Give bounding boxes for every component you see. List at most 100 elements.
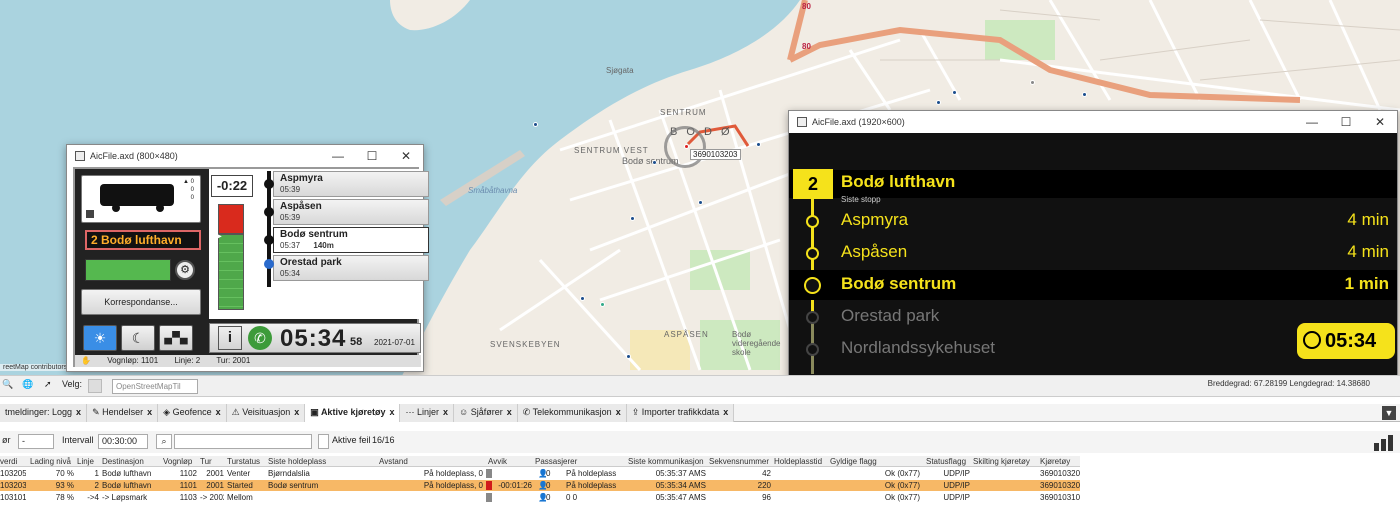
minimize-icon[interactable]: —: [321, 145, 355, 167]
window-titlebar[interactable]: AicFile.axd (800×480) — ☐ ✕: [67, 145, 423, 167]
search-input[interactable]: [174, 434, 312, 449]
minimize-icon[interactable]: —: [1295, 111, 1329, 133]
tab-hendelser[interactable]: ✎ Hendelser x: [87, 404, 159, 422]
vehicle-marker[interactable]: [936, 100, 941, 105]
vehicle-marker[interactable]: [684, 144, 689, 149]
tab-telekommunikasjon[interactable]: ✆ Telekommunikasjon x: [517, 404, 627, 422]
col-header[interactable]: Vognløp: [163, 456, 197, 467]
status-green-bar[interactable]: [85, 259, 171, 281]
interval-select[interactable]: 00:30:00: [98, 434, 148, 449]
cursor-icon[interactable]: ➚: [44, 379, 52, 390]
vehicle-marker[interactable]: [533, 122, 538, 127]
col-header[interactable]: Siste kommunikasjon: [628, 456, 706, 467]
table-row[interactable]: 103205 70 % 1 Bodø lufthavn 1102 2001 Venter Bj…: [0, 468, 1080, 479]
search-icon[interactable]: ⌕: [156, 434, 172, 449]
tab-importer[interactable]: ⇪ Importer trafikkdata x: [626, 404, 735, 422]
col-header[interactable]: Skilting kjøretøy: [973, 456, 1037, 467]
col-header[interactable]: Siste holdeplass: [268, 456, 376, 467]
events-icon: ✎: [92, 407, 103, 417]
vehicle-marker[interactable]: [952, 90, 957, 95]
cell-vognlop: 1101: [179, 481, 197, 490]
aktive-feil-checkbox[interactable]: [318, 434, 329, 449]
tab-linjer[interactable]: ⋯ Linjer x: [400, 404, 455, 422]
col-header[interactable]: Linje: [77, 456, 99, 467]
tab-veisituasjon[interactable]: ⚠ Veisituasjon x: [226, 404, 306, 422]
tab-sjaforer[interactable]: ☺ Sjåfører x: [454, 404, 518, 422]
close-icon[interactable]: x: [294, 407, 299, 417]
vehicle-marker[interactable]: [756, 142, 761, 147]
window-titlebar[interactable]: AicFile.axd (1920×600) — ☐ ✕: [789, 111, 1397, 133]
close-icon[interactable]: x: [443, 407, 448, 417]
close-icon[interactable]: x: [389, 407, 394, 417]
tab-aktive-kjoretoy[interactable]: ▣ Aktive kjøretøy x: [305, 404, 401, 422]
col-header[interactable]: Destinasjon: [102, 456, 160, 467]
col-header[interactable]: Holdeplasstid: [774, 456, 826, 467]
warning-icon: ⚠: [231, 407, 243, 417]
close-icon[interactable]: ✕: [1363, 111, 1397, 133]
tab-logg[interactable]: tmeldinger: Logg x: [0, 404, 88, 422]
stop-row[interactable]: Orestad park 05:34: [273, 255, 429, 281]
destination-button[interactable]: 2 Bodø lufthavn: [85, 230, 201, 250]
vehicle-marker[interactable]: [1030, 80, 1035, 85]
map-layer-select[interactable]: OpenStreetMapTil: [112, 379, 198, 394]
vehicle-panel[interactable]: ▲ 0 0 0: [81, 175, 201, 223]
vehicle-marker[interactable]: [580, 296, 585, 301]
bus-stop-icon[interactable]: ▄▀▄: [159, 325, 193, 351]
table-row[interactable]: 103101 78 % ->4-> Løpsmark 1103-> 2002Mello…: [0, 492, 1080, 503]
vehicle-marker[interactable]: [698, 200, 703, 205]
col-header[interactable]: Gyldige flagg: [830, 456, 920, 467]
chart-icon[interactable]: [1372, 433, 1398, 451]
close-icon[interactable]: x: [76, 407, 81, 417]
close-icon[interactable]: x: [616, 407, 621, 417]
col-header[interactable]: Lading nivå: [30, 456, 74, 467]
settings-icon[interactable]: ⚙: [175, 260, 195, 280]
col-header[interactable]: verdi: [0, 456, 26, 467]
day-mode-icon[interactable]: ☀: [83, 325, 117, 351]
close-icon[interactable]: x: [216, 407, 221, 417]
map-label-sentrum-vest: SENTRUM VEST: [574, 146, 649, 155]
close-icon[interactable]: ✕: [389, 145, 423, 167]
col-header[interactable]: Kjøretøy: [1040, 456, 1080, 467]
route-number: 2: [793, 169, 833, 199]
col-header[interactable]: Passasjerer: [535, 456, 625, 467]
maximize-icon[interactable]: ☐: [1329, 111, 1363, 133]
zoom-icon[interactable]: 🔍: [2, 379, 13, 390]
col-header[interactable]: Statusflagg: [926, 456, 970, 467]
globe-icon[interactable]: 🌐: [22, 379, 33, 390]
close-icon[interactable]: x: [507, 407, 512, 417]
vehicle-marker[interactable]: [626, 354, 631, 359]
maximize-icon[interactable]: ☐: [355, 145, 389, 167]
tab-geofence[interactable]: ◈ Geofence x: [158, 404, 227, 422]
vehicle-marker[interactable]: [630, 216, 635, 221]
col-header[interactable]: Turstatus: [227, 456, 265, 467]
vehicle-label[interactable]: 3690103203: [690, 149, 741, 160]
clock-date: 2021-07-01: [374, 338, 415, 347]
night-mode-icon[interactable]: ☾: [121, 325, 155, 351]
col-header[interactable]: Avstand: [379, 456, 483, 467]
vehicle-marker[interactable]: [652, 160, 657, 165]
filter-select[interactable]: -: [18, 434, 54, 449]
korrespondanse-button[interactable]: Korrespondanse...: [81, 289, 201, 315]
cell-sekv: 96: [762, 493, 771, 502]
table-row[interactable]: 103203 93 % 2 Bodø lufthavn 1101 2001 Started B…: [0, 480, 1080, 491]
chevron-down-icon[interactable]: ▼: [1382, 406, 1396, 420]
cell-pass: 0: [546, 469, 551, 478]
driver-terminal-window[interactable]: AicFile.axd (800×480) — ☐ ✕ ▲ 0 0 0 2 Bo…: [66, 144, 429, 372]
stop-row-current[interactable]: Bodø sentrum 05:37 140m: [273, 227, 429, 253]
col-header[interactable]: Tur: [200, 456, 224, 467]
col-header[interactable]: Avvik: [488, 456, 532, 467]
vehicle-marker[interactable]: [1082, 92, 1087, 97]
stop-row[interactable]: Aspåsen 05:39: [273, 199, 429, 225]
close-icon[interactable]: x: [723, 407, 728, 417]
layer-color-swatch[interactable]: [88, 379, 102, 393]
passenger-display-window[interactable]: AicFile.axd (1920×600) — ☐ ✕ 2 Bodø luft…: [788, 110, 1398, 387]
phone-icon[interactable]: ✆: [248, 326, 272, 350]
vehicle-marker[interactable]: [600, 302, 605, 307]
stop-row[interactable]: Aspmyra 05:39: [273, 171, 429, 197]
col-header[interactable]: Sekvensnummer: [709, 456, 771, 467]
close-icon[interactable]: x: [147, 407, 152, 417]
cell-siste: Bjørndalslia: [268, 469, 310, 478]
status-strip: ✋ Vognløp: 1101 Linje: 2 Tur: 2001: [75, 355, 421, 367]
info-icon[interactable]: i: [218, 326, 242, 350]
clock-area: i ✆ 05:34 58 2021-07-01: [209, 323, 421, 353]
